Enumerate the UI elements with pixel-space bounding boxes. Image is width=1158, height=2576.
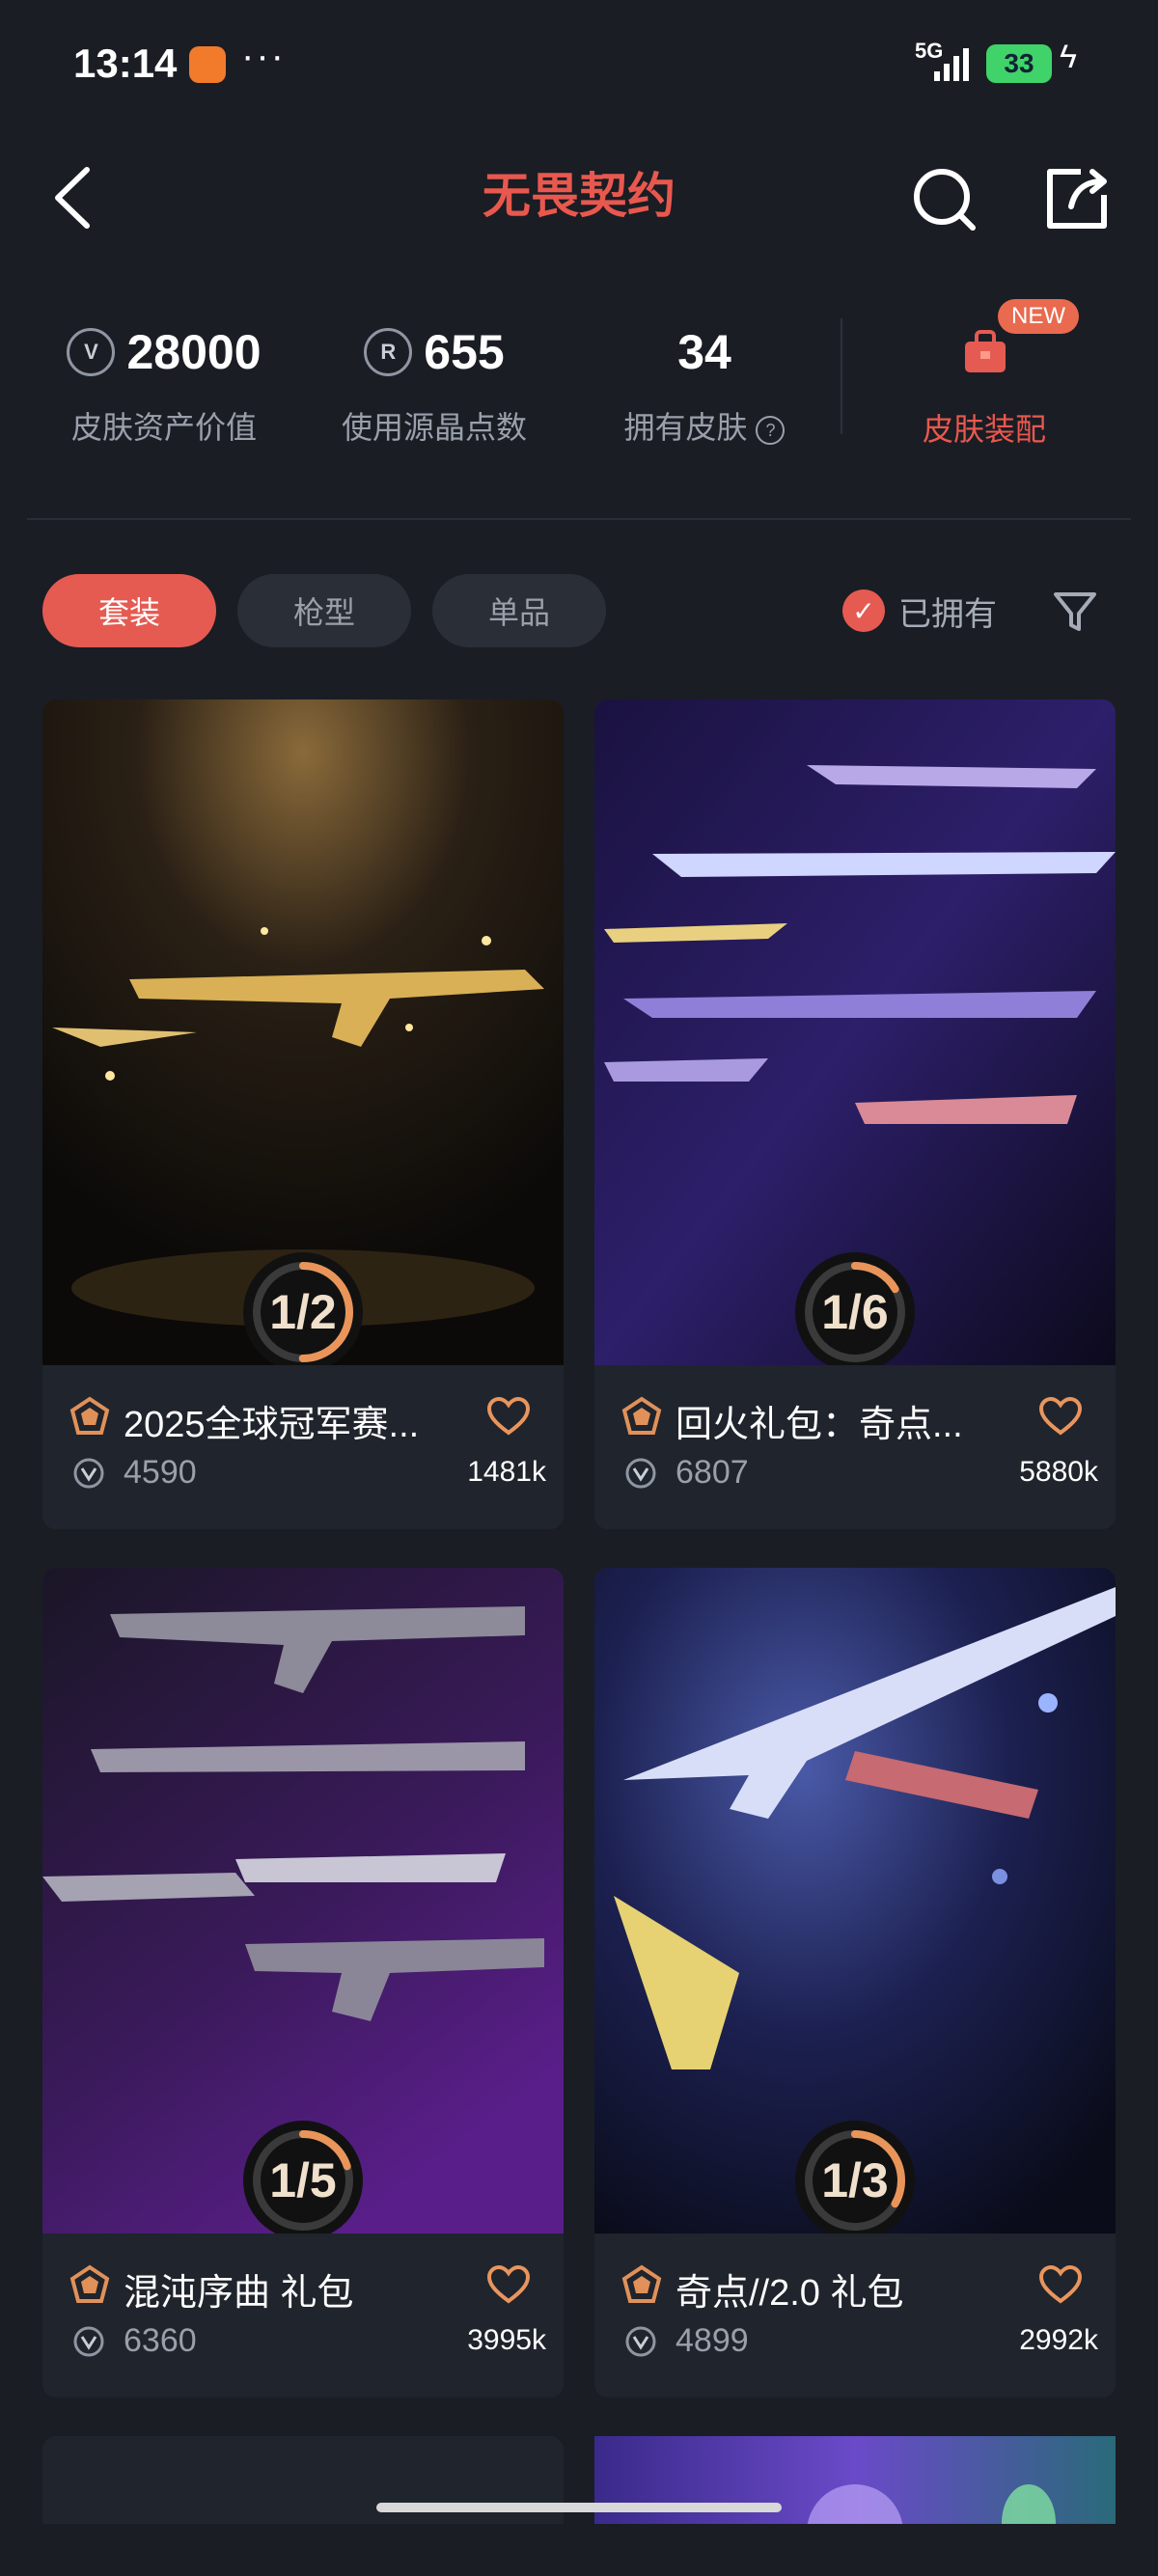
- collection-progress-ring: 1/6: [787, 1245, 923, 1380]
- home-indicator[interactable]: [376, 2503, 782, 2512]
- tier-icon: [621, 2264, 662, 2303]
- stat-value: 28000: [126, 325, 262, 379]
- collection-progress-ring: 1/3: [787, 2113, 923, 2248]
- tier-icon: [621, 1396, 662, 1435]
- divider: [841, 318, 842, 434]
- stat-label: 拥有皮肤 ?: [598, 403, 811, 448]
- vp-coin-icon: [73, 2326, 104, 2357]
- vp-coin-icon: [625, 1458, 656, 1489]
- vp-coin-icon: V: [67, 328, 116, 376]
- heart-icon[interactable]: [1038, 2264, 1083, 2305]
- skin-loadout-button[interactable]: 皮肤装配: [907, 405, 1062, 450]
- progress-text: 1/3: [821, 2153, 889, 2207]
- collection-progress-ring: 1/2: [235, 1245, 371, 1380]
- card-info: 混沌序曲 礼包 6360 3995k: [42, 2233, 564, 2398]
- app-notification-icon: [189, 46, 226, 83]
- tier-icon: [69, 1396, 110, 1435]
- stat-radianite: R 655 使用源晶点数: [328, 318, 540, 463]
- new-badge: NEW: [998, 299, 1079, 334]
- like-count: 2992k: [1019, 2324, 1098, 2356]
- battery-icon: 33: [986, 44, 1052, 83]
- stat-label: 皮肤资产价值: [70, 410, 257, 445]
- heart-icon[interactable]: [1038, 1396, 1083, 1437]
- stat-asset-value: V 28000 皮肤资产价值: [58, 318, 270, 463]
- tab-bundle[interactable]: 套装: [42, 574, 216, 647]
- heart-icon[interactable]: [486, 2264, 531, 2305]
- tab-single-item[interactable]: 单品: [432, 574, 606, 647]
- tab-weapon-type[interactable]: 枪型: [237, 574, 411, 647]
- checkmark-icon: ✓: [842, 589, 885, 632]
- stat-value: 655: [424, 325, 505, 379]
- share-icon[interactable]: [1042, 164, 1112, 233]
- card-info: 回火礼包：奇点... 6807 5880k: [594, 1365, 1116, 1529]
- stat-owned-skins[interactable]: 34 拥有皮肤 ?: [598, 318, 811, 463]
- game-logo: 无畏契约: [482, 169, 676, 223]
- bundle-name: 奇点//2.0 礼包: [676, 2273, 904, 2314]
- card-info: 奇点//2.0 礼包 4899 2992k: [594, 2233, 1116, 2398]
- heart-icon[interactable]: [486, 1396, 531, 1437]
- vp-coin-icon: [73, 1458, 104, 1489]
- stat-value: 34: [677, 325, 731, 379]
- stat-label: 使用源晶点数: [341, 410, 527, 445]
- bundle-name: 混沌序曲 礼包: [124, 2273, 354, 2314]
- bundle-name: 回火礼包：奇点...: [676, 1405, 963, 1445]
- progress-text: 1/2: [269, 1285, 337, 1339]
- owned-toggle[interactable]: ✓ 已拥有: [842, 579, 997, 643]
- like-count: 3995k: [467, 2324, 546, 2356]
- bundle-card[interactable]: 1/5 混沌序曲 礼包 6360 3995k: [42, 1568, 564, 2398]
- filter-icon[interactable]: [1052, 589, 1098, 635]
- bundle-card[interactable]: 1/2 2025全球冠军赛... 4590 1481k: [42, 699, 564, 1529]
- tier-icon: [69, 2264, 110, 2303]
- bundle-card[interactable]: 1/6 回火礼包：奇点... 6807 5880k: [594, 699, 1116, 1529]
- bundle-name: 2025全球冠军赛...: [124, 1405, 420, 1445]
- bundle-price: 4899: [676, 2322, 749, 2359]
- bundle-price: 6807: [676, 1454, 749, 1491]
- signal-icon: [934, 48, 969, 81]
- progress-text: 1/6: [821, 1285, 889, 1339]
- divider: [27, 518, 1131, 520]
- charging-icon: ϟ: [1060, 39, 1077, 75]
- vp-coin-icon: [625, 2326, 656, 2357]
- bundle-card[interactable]: 1/3 奇点//2.0 礼包 4899 2992k: [594, 1568, 1116, 2398]
- status-bar: 13:14 ··· 5G 33 ϟ: [0, 0, 1158, 135]
- status-more: ···: [241, 35, 286, 77]
- back-icon[interactable]: [46, 164, 100, 232]
- search-icon[interactable]: [911, 164, 980, 233]
- progress-text: 1/5: [269, 2153, 337, 2207]
- loadout-bag-icon[interactable]: [961, 328, 1009, 376]
- radianite-icon: R: [364, 328, 413, 376]
- bottom-fade: [0, 2524, 1158, 2576]
- status-time: 13:14: [73, 41, 178, 86]
- like-count: 5880k: [1019, 1456, 1098, 1488]
- bundle-price: 6360: [124, 2322, 197, 2359]
- bundle-price: 4590: [124, 1454, 197, 1491]
- owned-label: 已拥有: [898, 595, 997, 633]
- collection-progress-ring: 1/5: [235, 2113, 371, 2248]
- card-info: 2025全球冠军赛... 4590 1481k: [42, 1365, 564, 1529]
- page-title: 无畏契约: [482, 169, 676, 223]
- help-circle-icon[interactable]: ?: [756, 415, 786, 445]
- stat-label-text: 拥有皮肤: [623, 410, 748, 445]
- like-count: 1481k: [467, 1456, 546, 1488]
